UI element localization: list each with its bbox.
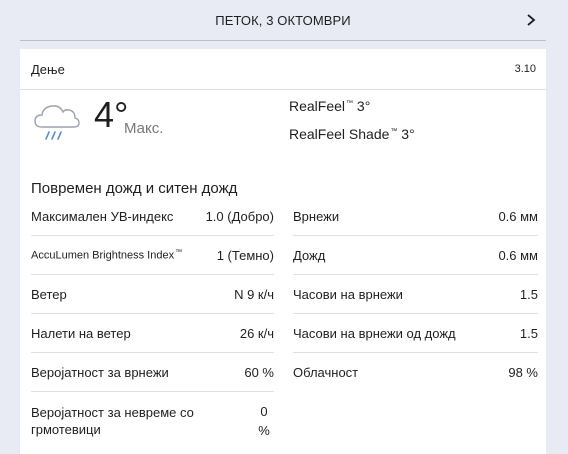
detail-value: 1 (Темно) xyxy=(216,247,274,263)
current-conditions: 4° Макс. RealFeel™ 3° RealFeel Shade™ 3° xyxy=(20,90,546,170)
detail-row: Налети на ветер 26 к/ч xyxy=(31,314,274,353)
detail-value: 98 % xyxy=(508,364,538,380)
realfeel-value: 3° xyxy=(356,98,371,114)
realfeel-shade: RealFeel Shade™ 3° xyxy=(289,126,415,142)
trademark-mark: ™ xyxy=(390,128,398,136)
day-navigation-bar: ПЕТОК, 3 ОКТОМВРИ xyxy=(20,0,546,41)
detail-row: Дожд 0.6 мм xyxy=(293,236,538,275)
details-grid: Максимален УВ-индекс 1.0 (Добро) AccuLum… xyxy=(31,197,538,450)
realfeel-shade-value: 3° xyxy=(401,126,415,142)
temperature-label: Макс. xyxy=(124,120,164,137)
detail-row: Веројатност за невреме со грмотевици 0% xyxy=(31,392,274,450)
detail-label: Дожд xyxy=(293,247,326,263)
realfeel-label: RealFeel xyxy=(289,98,346,114)
detail-label: Налети на ветер xyxy=(31,325,131,341)
day-title: ПЕТОК, 3 ОКТОМВРИ xyxy=(215,12,351,28)
detail-value: 60 % xyxy=(244,364,274,380)
realfeel: RealFeel™ 3° xyxy=(289,98,370,114)
detail-label: AccuLumen Brightness Index™ xyxy=(31,248,183,262)
detail-label: Веројатност за невреме со грмотевици xyxy=(31,405,194,437)
detail-value: 1.5 xyxy=(519,325,538,341)
detail-row: Веројатност за врнежи 60 % xyxy=(31,353,274,392)
detail-label: Максимален УВ-индекс xyxy=(31,208,174,224)
weather-phrase: Повремен дожд и ситен дожд xyxy=(31,180,238,197)
forecast-card: Дење 3.10 4° Макс. RealFeel™ 3° RealFeel… xyxy=(20,49,546,454)
card-date: 3.10 xyxy=(514,63,536,75)
detail-label: Ветер xyxy=(31,286,67,302)
detail-row: Ветер N 9 к/ч xyxy=(31,275,274,314)
card-header: Дење 3.10 xyxy=(20,49,546,90)
detail-value: N 9 к/ч xyxy=(234,286,274,302)
detail-row: Облачност 98 % xyxy=(293,353,538,391)
cloud-rain-icon xyxy=(34,105,80,140)
details-right-column: Врнежи 0.6 мм Дожд 0.6 мм Часови на врне… xyxy=(293,197,538,391)
detail-label: Врнежи xyxy=(293,208,340,224)
detail-row: Врнежи 0.6 мм xyxy=(293,197,538,236)
detail-label: Облачност xyxy=(293,364,359,380)
detail-row: Максимален УВ-индекс 1.0 (Добро) xyxy=(31,197,274,236)
trademark-mark: ™ xyxy=(346,100,354,108)
details-left-column: Максимален УВ-индекс 1.0 (Добро) AccuLum… xyxy=(31,197,274,450)
detail-row: Часови на врнежи од дожд 1.5 xyxy=(293,314,538,353)
detail-value: 1.0 (Добро) xyxy=(205,208,274,224)
detail-row: AccuLumen Brightness Index™ 1 (Темно) xyxy=(31,236,274,275)
detail-value: 26 к/ч xyxy=(239,325,274,341)
detail-value: 0.6 мм xyxy=(498,247,538,263)
detail-row: Часови на врнежи 1.5 xyxy=(293,275,538,314)
chevron-right-icon[interactable] xyxy=(524,12,538,28)
detail-label: Часови на врнежи од дожд xyxy=(293,325,456,341)
detail-value: 0% xyxy=(258,404,270,438)
realfeel-shade-label: RealFeel Shade xyxy=(289,126,390,142)
period-label: Дење xyxy=(31,61,65,77)
detail-label: Веројатност за врнежи xyxy=(31,364,169,380)
detail-label: Часови на врнежи xyxy=(293,286,403,302)
detail-value: 0.6 мм xyxy=(498,208,538,224)
detail-value: 1.5 xyxy=(519,286,538,302)
